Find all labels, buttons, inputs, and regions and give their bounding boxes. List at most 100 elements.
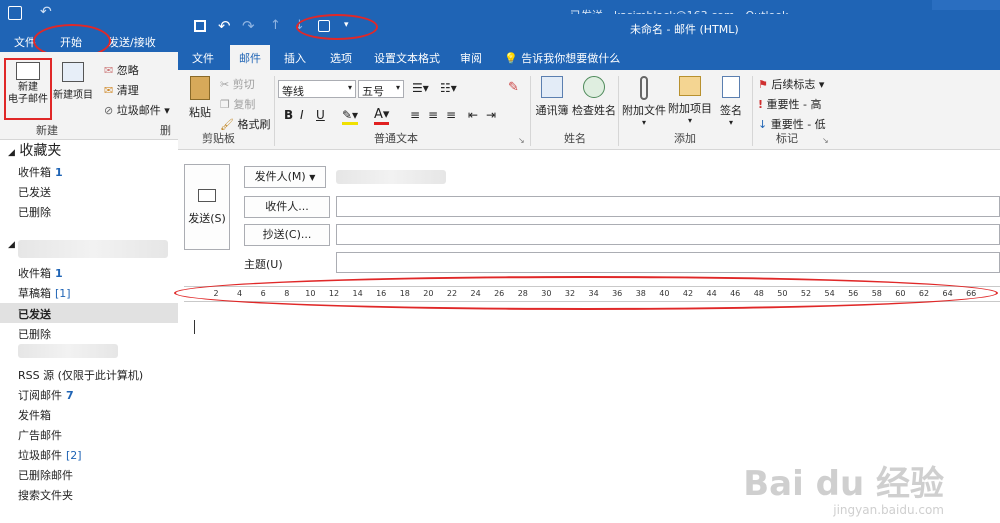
- watermark-url: jingyan.baidu.com: [833, 503, 944, 517]
- folder-deleted[interactable]: 已删除: [18, 326, 51, 342]
- folder-junk-label: 垃圾邮件: [18, 449, 62, 462]
- new-items-button[interactable]: 新建项目: [52, 60, 94, 118]
- font-name-select[interactable]: 等线 ▾: [278, 80, 356, 98]
- signature-button[interactable]: 签名 ▾: [716, 74, 746, 127]
- save-icon[interactable]: [194, 20, 206, 32]
- tab-review[interactable]: 审阅: [460, 50, 482, 66]
- decrease-indent-icon[interactable]: ⇤: [468, 108, 478, 122]
- folder-rss[interactable]: RSS 源 (仅限于此计算机): [18, 367, 143, 383]
- chevron-down-icon: ▼: [309, 173, 316, 182]
- tab-send-receive[interactable]: 发送/接收: [108, 34, 156, 50]
- italic-icon[interactable]: I: [300, 108, 304, 122]
- folder-subscriptions-label: 订阅邮件: [18, 389, 62, 402]
- tell-me-label: 告诉我你想要做什么: [521, 52, 621, 65]
- junk-button[interactable]: ⊘ 垃圾邮件 ▾: [104, 102, 170, 118]
- paste-button[interactable]: 粘贴: [184, 74, 216, 126]
- high-importance-label: 重要性 - 高: [766, 98, 822, 111]
- dialog-launcher-icon[interactable]: ↘: [518, 136, 525, 145]
- subject-field[interactable]: [336, 252, 1000, 273]
- numbering-icon[interactable]: ☷▾: [440, 81, 457, 95]
- separator: [530, 76, 531, 146]
- compose-ribbon: 粘贴 ✂ 剪切 ❐ 复制 🖌 格式刷 剪贴板 等线 ▾ 五号 ▾ ☰▾ ☷▾ ✎…: [178, 70, 1000, 150]
- tell-me-box[interactable]: 💡 告诉我你想要做什么: [504, 50, 620, 66]
- from-address-blurred: [336, 170, 446, 184]
- folder-inbox-count: 1: [55, 267, 63, 280]
- align-center-icon[interactable]: ≡: [428, 108, 438, 122]
- clean-button[interactable]: ✉ 清理: [104, 82, 139, 98]
- group-font-label: 普通文本: [374, 132, 418, 145]
- check-names-button[interactable]: 检查姓名: [572, 74, 616, 118]
- align-left-icon[interactable]: ≡: [410, 108, 420, 122]
- bold-icon[interactable]: B: [284, 108, 293, 122]
- copy-button[interactable]: ❐ 复制: [220, 96, 255, 112]
- undo-icon[interactable]: ↶: [40, 4, 52, 20]
- folder-sent[interactable]: 已发送: [18, 306, 51, 322]
- address-book-label: 通讯簿: [535, 104, 569, 117]
- fav-inbox[interactable]: 收件箱 1: [18, 164, 63, 180]
- tab-message[interactable]: 邮件: [230, 45, 270, 72]
- signature-icon: [722, 76, 740, 98]
- underline-icon[interactable]: U: [316, 108, 325, 122]
- folder-outbox[interactable]: 发件箱: [18, 407, 51, 423]
- attach-item-icon: [679, 76, 701, 96]
- align-right-icon[interactable]: ≡: [446, 108, 456, 122]
- send-button[interactable]: 发送(S): [184, 164, 230, 250]
- account-header[interactable]: ◢: [8, 240, 15, 250]
- paste-label: 粘贴: [189, 106, 211, 119]
- folder-drafts-count: [1]: [55, 287, 71, 300]
- text-cursor[interactable]: [194, 320, 195, 334]
- tab-options[interactable]: 选项: [330, 50, 352, 66]
- paste-icon: [190, 76, 210, 100]
- format-painter-label: 格式刷: [237, 118, 271, 131]
- redo-icon[interactable]: ↷: [242, 17, 255, 35]
- dialog-launcher-icon[interactable]: ↘: [822, 136, 829, 145]
- cc-field[interactable]: [336, 224, 1000, 245]
- up-arrow-icon[interactable]: ↑: [270, 18, 281, 33]
- folder-subscriptions[interactable]: 订阅邮件 7: [18, 387, 74, 403]
- cc-button[interactable]: 抄送(C)...: [244, 224, 330, 246]
- undo-icon-compose[interactable]: ↶: [218, 17, 231, 35]
- follow-up-button[interactable]: ⚑ 后续标志 ▾: [758, 76, 824, 92]
- watermark-brand: Bai du 经验: [743, 464, 944, 504]
- annotation-oval-qat: [296, 14, 378, 40]
- clean-icon: ✉: [104, 84, 114, 97]
- folder-inbox[interactable]: 收件箱 1: [18, 265, 63, 281]
- attach-item-button[interactable]: 附加项目 ▾: [668, 74, 712, 125]
- folder-drafts[interactable]: 草稿箱 [1]: [18, 285, 71, 301]
- new-items-label: 新建项目: [53, 90, 93, 101]
- chevron-down-icon: ▾: [347, 83, 352, 92]
- fav-sent[interactable]: 已发送: [18, 184, 51, 200]
- cut-button[interactable]: ✂ 剪切: [220, 76, 255, 92]
- font-color-icon[interactable]: A▾: [374, 107, 390, 125]
- folder-ads[interactable]: 广告邮件: [18, 427, 62, 443]
- increase-indent-icon[interactable]: ⇥: [486, 108, 496, 122]
- chevron-down-icon: ▾: [641, 118, 646, 127]
- fav-deleted[interactable]: 已删除: [18, 204, 51, 220]
- font-size-value: 五号: [362, 85, 384, 98]
- separator: [618, 76, 619, 146]
- flag-icon: ⚑: [758, 78, 768, 91]
- bullets-icon[interactable]: ☰▾: [412, 81, 429, 95]
- fav-inbox-count: 1: [55, 166, 63, 179]
- from-button[interactable]: 发件人(M) ▼: [244, 166, 326, 188]
- ignore-button[interactable]: ✉ 忽略: [104, 62, 139, 78]
- collapse-icon: ◢: [8, 148, 15, 158]
- high-importance-button[interactable]: ! 重要性 - 高: [758, 96, 822, 112]
- highlight-icon[interactable]: ✎▾: [342, 108, 359, 125]
- favorites-header[interactable]: ◢ 收藏夹: [8, 140, 61, 160]
- folder-search[interactable]: 搜索文件夹: [18, 487, 73, 503]
- folder-deleted-mail[interactable]: 已删除邮件: [18, 467, 73, 483]
- minimize-button[interactable]: [932, 0, 1000, 10]
- tab-file[interactable]: 文件: [192, 50, 214, 66]
- attach-file-button[interactable]: 附加文件 ▾: [622, 74, 666, 127]
- folder-junk[interactable]: 垃圾邮件 [2]: [18, 447, 82, 463]
- to-field[interactable]: [336, 196, 1000, 217]
- outlook-app-icon: [8, 6, 22, 20]
- font-size-select[interactable]: 五号 ▾: [358, 80, 404, 98]
- clear-format-icon[interactable]: ✎: [508, 80, 519, 95]
- group-new-label: 新建: [36, 124, 58, 137]
- tab-format-text[interactable]: 设置文本格式: [374, 50, 440, 66]
- address-book-button[interactable]: 通讯簿: [534, 74, 570, 118]
- tab-insert[interactable]: 插入: [284, 50, 306, 66]
- to-button[interactable]: 收件人...: [244, 196, 330, 218]
